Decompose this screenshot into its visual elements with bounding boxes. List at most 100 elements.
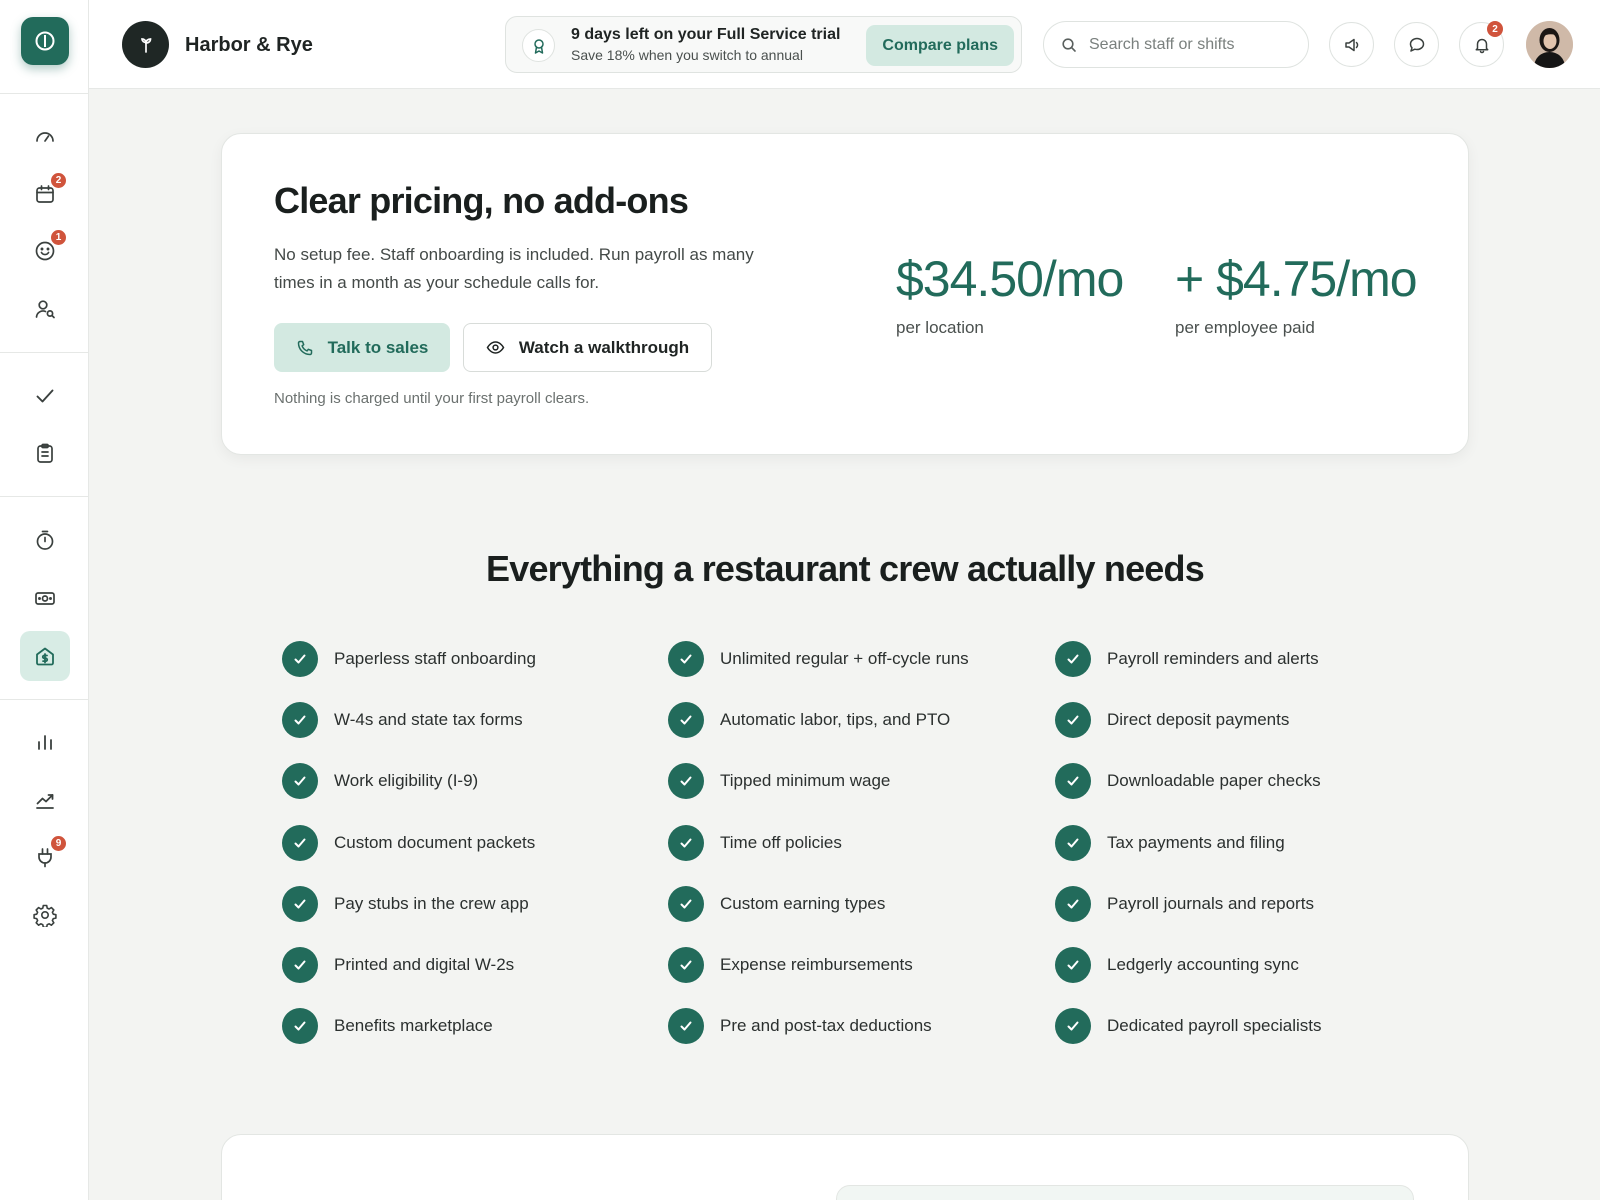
sidebar-divider [0, 699, 89, 700]
sidebar-item-reports[interactable] [20, 717, 70, 767]
sidebar-item-tasks[interactable] [20, 371, 70, 421]
feature-item: Custom document packets [282, 824, 535, 862]
user-avatar[interactable] [1526, 21, 1573, 68]
trial-title: 9 days left on your Full Service trial [571, 26, 841, 43]
check-circle-icon [668, 763, 704, 799]
search-icon [1062, 38, 1076, 52]
check-circle-icon [282, 702, 318, 738]
calendar-icon [36, 185, 54, 203]
check-circle-icon [1055, 763, 1091, 799]
feature-item: Expense reimbursements [668, 946, 913, 984]
feature-item: Work eligibility (I-9) [282, 762, 478, 800]
base-price: $34.50/mo [896, 251, 1124, 307]
sidebar-item-forms[interactable] [20, 428, 70, 478]
talk-to-sales-button[interactable]: Talk to sales [274, 323, 450, 372]
phone-icon [297, 340, 312, 355]
check-circle-icon [668, 825, 704, 861]
announcements-button[interactable] [1329, 22, 1374, 67]
messages-button[interactable] [1394, 22, 1439, 67]
trial-banner: 9 days left on your Full Service trial S… [505, 16, 1022, 73]
sidebar-item-schedule[interactable]: 2 [20, 169, 70, 219]
feature-item: Downloadable paper checks [1055, 762, 1321, 800]
feature-item: W-4s and state tax forms [282, 701, 523, 739]
feature-item: Payroll journals and reports [1055, 885, 1314, 923]
feature-item: Paperless staff onboarding [282, 640, 536, 678]
feature-item: Pay stubs in the crew app [282, 885, 529, 923]
feature-item: Ledgerly accounting sync [1055, 946, 1299, 984]
check-circle-icon [1055, 641, 1091, 677]
app-logo-button[interactable] [21, 17, 69, 65]
app-logo-icon [35, 31, 55, 51]
check-circle-icon [282, 886, 318, 922]
cash-icon [35, 592, 55, 605]
check-circle-icon [668, 702, 704, 738]
secondary-card [221, 1134, 1469, 1200]
sprout-icon [140, 37, 151, 53]
feature-item: Dedicated payroll specialists [1055, 1007, 1322, 1045]
plug-icon [38, 848, 52, 868]
gear-icon [33, 904, 57, 927]
brand-logo[interactable] [122, 21, 169, 68]
brand-name: Harbor & Rye [185, 34, 313, 56]
sidebar-item-settings[interactable] [20, 890, 70, 940]
feature-item: Time off policies [668, 824, 842, 862]
feature-item: Unlimited regular + off-cycle runs [668, 640, 969, 678]
feature-item: Pre and post-tax deductions [668, 1007, 932, 1045]
avatar-image [1526, 21, 1573, 68]
check-circle-icon [1055, 947, 1091, 983]
sidebar-item-crew[interactable]: 1 [20, 226, 70, 276]
check-circle-icon [668, 641, 704, 677]
feature-item: Tax payments and filing [1055, 824, 1285, 862]
check-circle-icon [1055, 825, 1091, 861]
sidebar-divider [0, 93, 89, 94]
schedule-badge: 2 [51, 173, 66, 188]
stopwatch-icon [36, 530, 54, 550]
check-circle-icon [1055, 886, 1091, 922]
pricing-title: Clear pricing, no add-ons [274, 180, 689, 221]
check-circle-icon [282, 641, 318, 677]
compare-plans-button[interactable]: Compare plans [866, 25, 1014, 66]
bar-chart-icon [38, 735, 52, 750]
crew-badge: 1 [51, 230, 66, 245]
check-circle-icon [282, 1008, 318, 1044]
feature-item: Tipped minimum wage [668, 762, 890, 800]
sidebar-item-insights[interactable] [20, 775, 70, 825]
sidebar-item-dashboard[interactable] [20, 112, 70, 162]
notification-badge: 2 [1487, 21, 1503, 37]
check-circle-icon [668, 886, 704, 922]
pricing-card: Clear pricing, no add-ons No setup fee. … [221, 133, 1469, 455]
watch-walkthrough-label: Watch a walkthrough [518, 337, 690, 357]
base-price-unit: per location [896, 318, 984, 337]
feature-item: Custom earning types [668, 885, 885, 923]
secondary-card-panel [836, 1185, 1414, 1200]
check-circle-icon [1055, 1008, 1091, 1044]
billing-note: Nothing is charged until your first payr… [274, 390, 590, 407]
feature-item: Automatic labor, tips, and PTO [668, 701, 950, 739]
check-circle-icon [282, 947, 318, 983]
watch-walkthrough-button[interactable]: Watch a walkthrough [463, 323, 712, 372]
notifications-button[interactable]: 2 [1459, 21, 1504, 67]
sidebar-item-hiring[interactable] [20, 284, 70, 334]
features-title: Everything a restaurant crew actually ne… [486, 548, 1205, 589]
sidebar-item-integrations[interactable]: 9 [20, 832, 70, 882]
chat-bubble-icon [1409, 37, 1424, 52]
integrations-badge: 9 [51, 836, 66, 851]
check-circle-icon [282, 825, 318, 861]
search-input[interactable] [1089, 22, 1299, 67]
sidebar-item-time-clock[interactable] [20, 515, 70, 565]
sidebar-divider [0, 496, 89, 497]
feature-item: Payroll reminders and alerts [1055, 640, 1319, 678]
search-box [1043, 21, 1309, 68]
award-icon [522, 29, 555, 62]
smiley-icon [35, 241, 55, 261]
check-circle-icon [282, 763, 318, 799]
megaphone-icon [1344, 38, 1358, 51]
trial-subtitle: Save 18% when you switch to annual [571, 47, 803, 63]
check-circle-icon [1055, 702, 1091, 738]
sidebar-divider [0, 352, 89, 353]
per-employee-unit: per employee paid [1175, 318, 1315, 337]
sidebar-item-tips[interactable] [20, 573, 70, 623]
bell-icon [1475, 38, 1488, 53]
sidebar-item-payroll[interactable] [20, 631, 70, 681]
gauge-icon [36, 132, 54, 142]
